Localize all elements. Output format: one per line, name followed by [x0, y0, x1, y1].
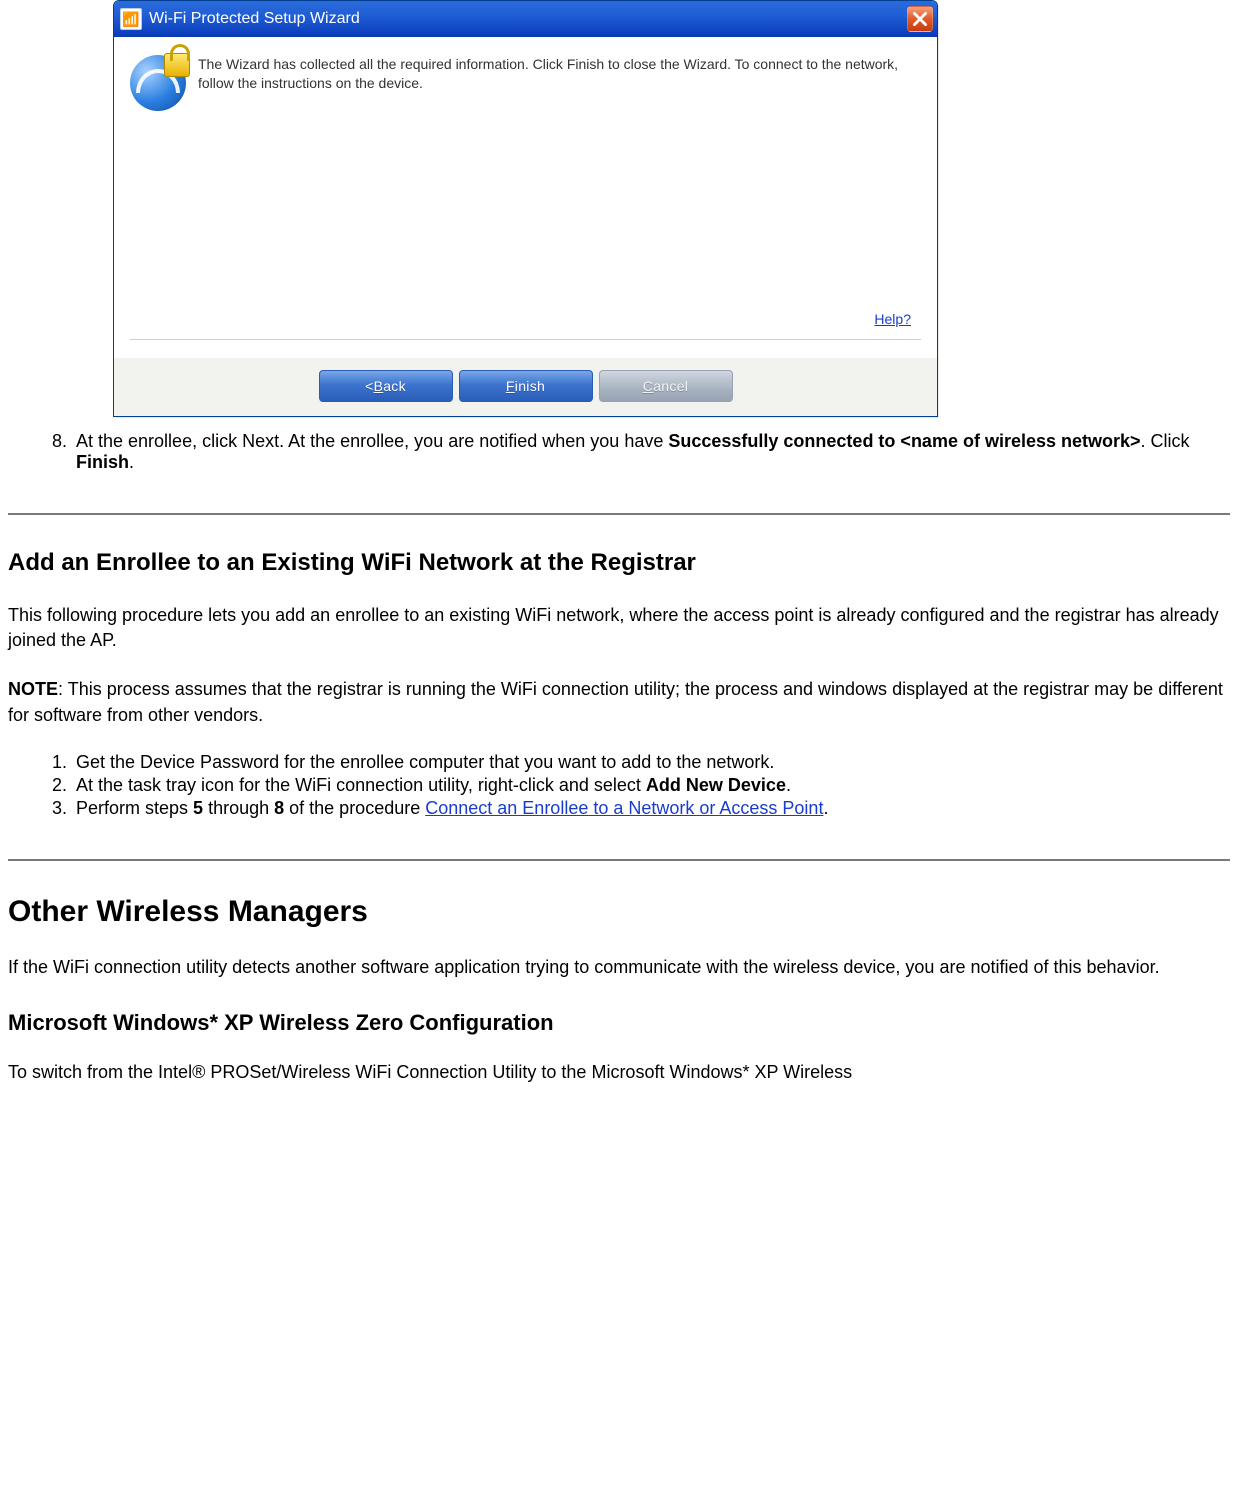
titlebar: 📶 Wi-Fi Protected Setup Wizard	[114, 1, 937, 37]
step8-bold-1: Successfully connected to <name of wirel…	[668, 431, 1140, 451]
help-link[interactable]: Help?	[874, 311, 911, 327]
finish-accelerator: F	[506, 378, 515, 394]
wifi-wizard-app-icon: 📶	[120, 8, 142, 30]
heading-wzc: Microsoft Windows* XP Wireless Zero Conf…	[8, 1010, 1230, 1036]
list-item: Get the Device Password for the enrollee…	[72, 752, 1230, 773]
list-item: Perform steps 5 through 8 of the procedu…	[72, 798, 1230, 819]
wzc-para: To switch from the Intel® PROSet/Wireles…	[8, 1060, 1230, 1085]
li3-text-c: through	[203, 798, 274, 818]
cancel-button: Cancel	[599, 370, 733, 402]
li2-text-c: .	[786, 775, 791, 795]
note-label: NOTE	[8, 679, 58, 699]
step8-text-1: At the enrollee, click Next. At the enro…	[76, 431, 668, 451]
window-title: Wi-Fi Protected Setup Wizard	[149, 10, 907, 28]
step-8-list: At the enrollee, click Next. At the enro…	[72, 431, 1230, 473]
wizard-window: 📶 Wi-Fi Protected Setup Wizard The Wizar…	[113, 0, 938, 417]
wizard-body: The Wizard has collected all the require…	[114, 37, 937, 358]
step-8-item: At the enrollee, click Next. At the enro…	[72, 431, 1230, 473]
section-separator-2	[8, 859, 1230, 861]
finish-rest: inish	[515, 378, 545, 394]
li3-bold-b: 5	[193, 798, 203, 818]
finish-button[interactable]: Finish	[459, 370, 593, 402]
wizard-message: The Wizard has collected all the require…	[198, 55, 921, 93]
li1-text: Get the Device Password for the enrollee…	[76, 752, 774, 772]
li3-text-a: Perform steps	[76, 798, 193, 818]
close-button[interactable]	[907, 6, 933, 32]
close-icon	[913, 12, 927, 26]
add-enrollee-intro: This following procedure lets you add an…	[8, 603, 1230, 653]
other-managers-intro: If the WiFi connection utility detects a…	[8, 955, 1230, 980]
back-button[interactable]: < Back	[319, 370, 453, 402]
li3-text-e: of the procedure	[284, 798, 425, 818]
add-enrollee-note: NOTE: This process assumes that the regi…	[8, 677, 1230, 727]
back-accelerator: B	[374, 378, 384, 394]
li2-bold: Add New Device	[646, 775, 786, 795]
step8-text-3: .	[129, 452, 134, 472]
cancel-rest: ancel	[653, 378, 688, 394]
li2-text-a: At the task tray icon for the WiFi conne…	[76, 775, 646, 795]
li3-text-f: .	[823, 798, 828, 818]
wifi-lock-icon	[130, 55, 186, 111]
back-prefix: <	[365, 378, 373, 394]
connect-enrollee-link[interactable]: Connect an Enrollee to a Network or Acce…	[425, 798, 823, 818]
add-enrollee-steps: Get the Device Password for the enrollee…	[72, 752, 1230, 819]
heading-other-managers: Other Wireless Managers	[8, 895, 1230, 929]
step8-bold-2: Finish	[76, 452, 129, 472]
section-separator-1	[8, 513, 1230, 515]
heading-add-enrollee: Add an Enrollee to an Existing WiFi Netw…	[8, 549, 1230, 577]
body-separator	[130, 339, 921, 340]
button-bar: < Back Finish Cancel	[114, 358, 937, 416]
list-item: At the task tray icon for the WiFi conne…	[72, 775, 1230, 796]
li3-bold-d: 8	[274, 798, 284, 818]
back-rest: ack	[383, 378, 406, 394]
cancel-accelerator: C	[643, 378, 653, 394]
note-text: : This process assumes that the registra…	[8, 679, 1223, 724]
step8-text-2: . Click	[1141, 431, 1190, 451]
